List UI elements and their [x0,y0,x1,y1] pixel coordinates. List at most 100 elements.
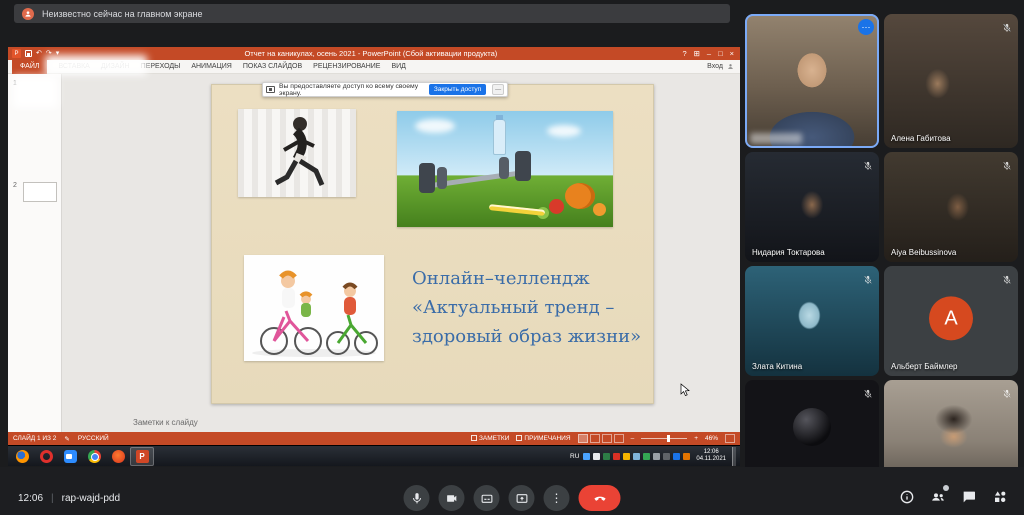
slide-thumbnail-2[interactable] [23,182,57,202]
tray-icon[interactable] [673,453,680,460]
notes-placeholder[interactable]: Заметки к слайду [133,418,198,427]
participant-tile[interactable]: Aiya Beibussinova [884,152,1018,262]
stop-sharing-button[interactable]: Закрыть доступ [429,84,486,95]
save-icon[interactable] [25,50,32,57]
zoom-slider[interactable] [641,438,687,439]
tray-icon[interactable] [683,453,690,460]
spell-check-icon[interactable]: ✎ [64,435,69,443]
screen-share-view: P ↶ ↷ ▾ Отчет на каникулах, осень 2021 -… [8,47,740,466]
chat-button[interactable] [961,489,977,510]
screen-icon [266,86,275,93]
tray-icon[interactable] [643,453,650,460]
camera-button[interactable] [439,485,465,511]
zoom-in-button[interactable]: + [694,435,698,442]
tab-view[interactable]: ВИД [391,63,405,70]
sign-in-button[interactable]: Вход [707,63,740,70]
slide-image-runner [238,109,356,197]
tray-icon[interactable] [633,453,640,460]
pumpkin-graphic [565,183,595,209]
show-desktop-button[interactable] [732,447,736,466]
taskbar-clock[interactable]: 12:06 04.11.2021 [696,449,726,463]
people-button[interactable] [930,489,946,510]
end-call-button[interactable] [579,485,621,511]
slide-canvas[interactable]: Онлайн–челлендж «Актуальный тренд – здор… [211,84,654,404]
comments-toggle[interactable]: ПРИМЕЧАНИЯ [516,435,570,442]
participant-tile[interactable]: А Альберт Баймлер [884,266,1018,376]
participant-tile[interactable]: Нидария Токтарова [745,152,879,262]
zoom-out-button[interactable]: – [631,435,635,442]
mouse-cursor [680,383,690,397]
tray-icon[interactable] [603,453,610,460]
participant-name: Нидария Токтарова [752,248,825,257]
participant-name: Aiya Beibussinova [891,248,956,257]
taskbar-chrome[interactable] [82,447,106,466]
blurred-thumbnail-1 [13,76,58,108]
view-mode-buttons [578,434,624,443]
participant-name: Алена Габитова [891,134,951,143]
more-options-button[interactable]: ⋮ [544,485,570,511]
mic-button[interactable] [404,485,430,511]
meeting-info: 12:06 | rap-wajd-pdd [18,493,120,504]
undo-icon[interactable]: ↶ [36,50,42,57]
language-indicator[interactable]: РУССКИЙ [78,435,109,442]
participant-tile[interactable]: Злата Китина [745,266,879,376]
tab-slideshow[interactable]: ПОКАЗ СЛАЙДОВ [243,63,302,70]
powerpoint-statusbar: СЛАЙД 1 ИЗ 2 ✎ РУССКИЙ ЗАМЕТКИ ПРИМЕЧАНИ… [8,432,740,445]
zoom-level[interactable]: 46% [705,435,718,442]
tab-animations[interactable]: АНИМАЦИЯ [191,63,232,70]
chrome-icon [88,450,101,463]
zoom-slider-thumb[interactable] [667,435,670,442]
slide-counter: СЛАЙД 1 ИЗ 2 [13,435,56,442]
help-button[interactable]: ? [682,49,686,58]
close-button[interactable]: × [730,49,734,58]
fit-to-window-button[interactable] [725,434,735,443]
slide-title-text: Онлайн–челлендж «Актуальный тренд – здор… [412,265,650,351]
system-tray: RU 12:06 04.11.2021 [570,447,738,466]
language-tray-indicator[interactable]: RU [570,453,579,460]
opera-icon [40,450,53,463]
notes-toggle[interactable]: ЗАМЕТКИ [471,435,509,442]
activities-button[interactable] [992,489,1008,510]
tray-icon[interactable] [653,453,660,460]
notification-text: Неизвестно сейчас на главном экране [42,9,202,19]
tray-icon[interactable] [583,453,590,460]
taskbar-opera[interactable] [34,447,58,466]
normal-view-button[interactable] [578,434,588,443]
tab-review[interactable]: РЕЦЕНЗИРОВАНИЕ [313,63,380,70]
taskbar-powerpoint[interactable]: P [130,447,154,466]
notification-toast: Неизвестно сейчас на главном экране [14,4,730,23]
hide-banner-button[interactable]: — [492,84,504,95]
taskbar-firefox[interactable] [10,447,34,466]
info-button[interactable] [899,489,915,510]
slide-sorter-view-button[interactable] [590,434,600,443]
water-bottle-graphic [493,119,506,155]
tray-icon[interactable] [663,453,670,460]
tile-menu-button[interactable]: ⋯ [858,19,874,35]
slide-image-family-cycling [244,255,384,361]
thumbnail-number-2[interactable]: 2 [13,182,17,189]
taskbar-browser[interactable] [106,447,130,466]
reading-view-button[interactable] [602,434,612,443]
participant-name: Альберт Баймлер [891,362,958,371]
mic-off-icon [1002,20,1012,30]
minimize-button[interactable]: – [707,49,711,58]
slideshow-view-button[interactable] [614,434,624,443]
tab-file[interactable]: ФАЙЛ [12,60,47,74]
tray-icon[interactable] [593,453,600,460]
divider: | [51,493,54,504]
ribbon-display-button[interactable]: ⊞ [694,49,700,58]
measuring-tape-graphic [489,204,545,216]
user-icon [727,63,734,70]
slide-thumbnails-panel[interactable]: 1 2 [8,74,62,432]
captions-button[interactable] [474,485,500,511]
participant-tile[interactable]: Алена Габитова [884,14,1018,148]
tray-icon[interactable] [613,453,620,460]
present-button[interactable] [509,485,535,511]
zoom-app-icon [64,450,77,463]
tray-icon[interactable] [623,453,630,460]
participant-tile-speaker[interactable]: ⋯ [745,14,879,148]
webcam-sphere [793,408,831,446]
meet-window: Неизвестно сейчас на главном экране P ↶ … [0,0,1024,515]
restore-button[interactable]: □ [718,49,723,58]
taskbar-zoom[interactable] [58,447,82,466]
